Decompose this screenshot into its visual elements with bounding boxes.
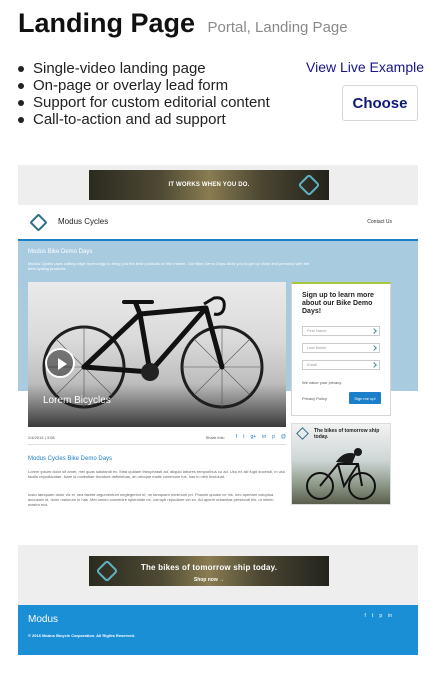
footer-social: f t p in (359, 613, 392, 619)
article-paragraph: Lorem ipsum dolor sit amet, mei quas sal… (28, 469, 286, 479)
google-plus-icon: g+ (250, 434, 257, 440)
sign-up-button: Sign me up! (349, 392, 381, 404)
article-paragraph: Iusto tamquam dolor vix ei, sea facete a… (28, 492, 274, 507)
privacy-policy-link: Privacy Policy (302, 396, 327, 401)
feature-item: Call-to-action and ad support (18, 111, 303, 128)
feature-item: On-page or overlay lead form (18, 77, 303, 94)
twitter-icon: t (243, 434, 245, 440)
email-field: Email (302, 360, 380, 370)
privacy-note: We value your privacy. (302, 380, 343, 385)
feature-item: Support for custom editorial content (18, 94, 303, 111)
twitter-icon: t (371, 613, 374, 619)
pinterest-icon: p (379, 613, 383, 619)
top-ad-text: IT WORKS WHEN YOU DO. (168, 182, 250, 188)
view-live-example-link[interactable]: View Live Example (306, 59, 424, 75)
play-icon (45, 348, 75, 378)
last-name-field: Last Name (302, 343, 380, 353)
template-preview[interactable]: IT WORKS WHEN YOU DO. Modus Cycles Conta… (18, 165, 418, 655)
modus-logo-icon (297, 173, 321, 197)
lead-form: Sign up to learn more about our Bike Dem… (291, 282, 391, 416)
footer-copyright: © 2016 Modus Bicycle Corporation. All Ri… (28, 633, 136, 638)
pinterest-icon: p (272, 434, 275, 440)
footer-brand: Modus (28, 614, 59, 625)
top-ad-banner: IT WORKS WHEN YOU DO. (89, 170, 329, 200)
first-name-field: First Name (302, 326, 380, 336)
share-bar: Share this: f t g+ in p @ (206, 434, 286, 440)
feature-list: Single-video landing page On-page or ove… (18, 60, 303, 128)
form-heading: Sign up to learn more about our Bike Dem… (302, 292, 374, 315)
video-meta-row: 2/4/2014 | 3:08 Share this: f t g+ in p … (28, 433, 286, 445)
hero-description: Modus Cycles uses cutting edge technolog… (28, 261, 310, 271)
preview-site: Modus Cycles Contact Us Modus Bike Demo … (18, 205, 418, 545)
side-ad: The bikes of tomorrow ship today. (291, 423, 391, 505)
facebook-icon: f (235, 434, 238, 440)
hero-title: Modus Bike Demo Days (28, 249, 93, 255)
article-title: Modus Cycles Bike Demo Days (28, 456, 113, 462)
preview-footer: Modus © 2016 Modus Bicycle Corporation. … (18, 605, 418, 655)
modus-logo-icon (29, 213, 48, 232)
page-header: Landing Page Portal, Landing Page (18, 8, 348, 39)
page-subtitle: Portal, Landing Page (207, 19, 348, 36)
page-title: Landing Page (18, 8, 196, 38)
bottom-ad-banner: The bikes of tomorrow ship today. Shop n… (89, 556, 329, 586)
linkedin-icon: in (388, 613, 392, 619)
share-label: Share this: (205, 434, 225, 440)
facebook-icon: f (364, 613, 366, 619)
linkedin-icon: in (262, 434, 267, 440)
feature-item: Single-video landing page (18, 60, 303, 77)
choose-button[interactable]: Choose (342, 85, 418, 121)
video-date: 2/4/2014 | 3:08 (28, 435, 55, 440)
video-player: Lorem Bicycles (28, 282, 286, 427)
preview-nav: Modus Cycles Contact Us (18, 205, 418, 241)
bottom-ad-text: The bikes of tomorrow ship today. (140, 562, 278, 572)
video-title: Lorem Bicycles (43, 395, 111, 406)
nav-contact-link: Contact Us (367, 219, 392, 225)
cyclist-image (306, 448, 376, 500)
email-icon: @ (280, 434, 286, 440)
nav-brand: Modus Cycles (58, 217, 109, 226)
bottom-ad-cta: Shop now → (193, 577, 225, 583)
